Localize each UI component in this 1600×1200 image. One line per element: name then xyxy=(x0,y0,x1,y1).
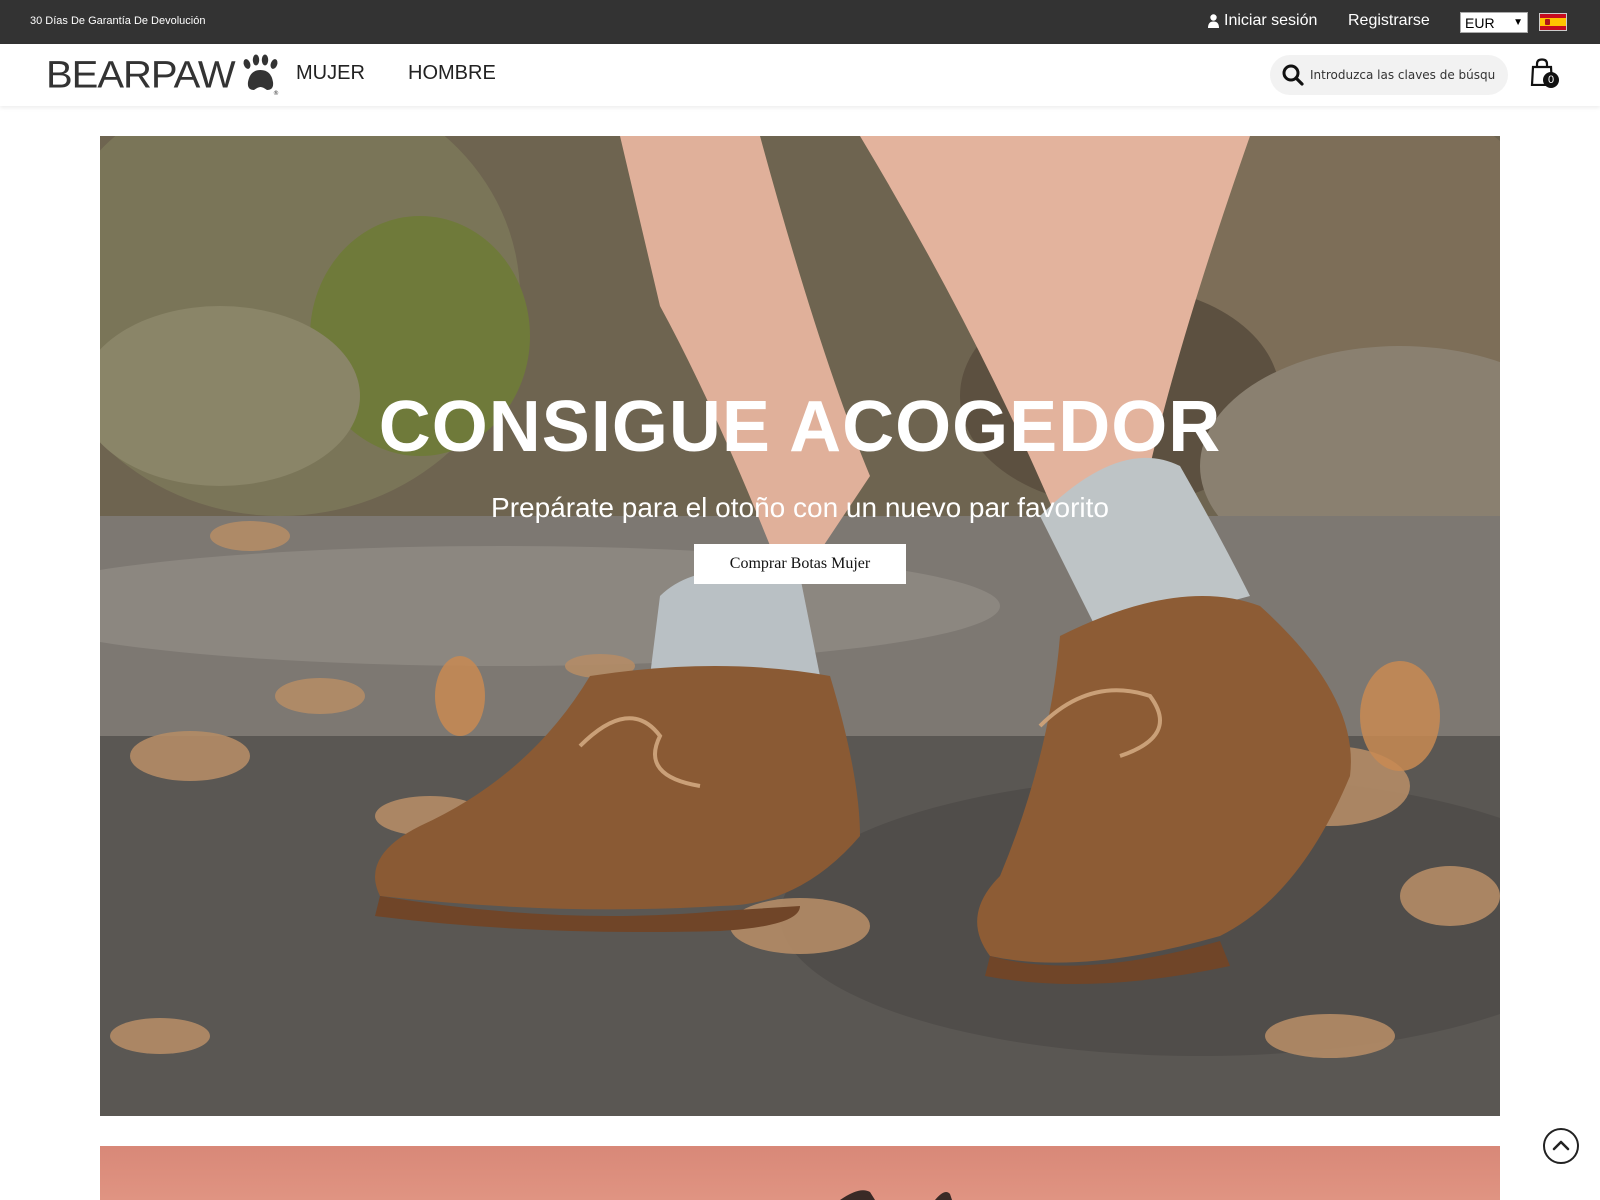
bearpaw-logo[interactable]: BEARPAW ® xyxy=(46,54,279,96)
register-link[interactable]: Registrarse xyxy=(1348,12,1430,30)
spain-flag-icon[interactable] xyxy=(1539,13,1567,31)
cart-count-badge: 0 xyxy=(1543,72,1559,88)
main-header: BEARPAW ® MUJER HOMBRE 0 xyxy=(0,44,1600,106)
hero-subtitle: Prepárate para el otoño con un nuevo par… xyxy=(491,492,1109,523)
nav-mujer[interactable]: MUJER xyxy=(296,62,365,85)
chevron-down-icon: ▼ xyxy=(1513,17,1523,28)
search-input[interactable] xyxy=(1310,68,1500,82)
user-icon xyxy=(1208,14,1219,28)
cart-button[interactable]: 0 xyxy=(1530,58,1560,90)
promo-text: 30 Días De Garantía De Devolución xyxy=(30,15,206,27)
scroll-to-top-button[interactable] xyxy=(1543,1128,1579,1164)
search-bar xyxy=(1270,55,1508,95)
shop-womens-boots-button[interactable]: Comprar Botas Mujer xyxy=(694,544,906,584)
second-banner-image xyxy=(840,1190,952,1200)
chevron-up-icon xyxy=(1552,1140,1570,1151)
login-link[interactable]: Iniciar sesión xyxy=(1208,12,1317,30)
hero-title: CONSIGUE ACOGEDOR xyxy=(378,387,1222,467)
search-icon[interactable] xyxy=(1282,64,1304,86)
currency-select[interactable]: EUR ▼ xyxy=(1460,12,1528,33)
top-bar: 30 Días De Garantía De Devolución Inicia… xyxy=(0,0,1600,44)
currency-value: EUR xyxy=(1465,14,1495,31)
nav-hombre[interactable]: HOMBRE xyxy=(408,62,496,85)
logo-text: BEARPAW xyxy=(46,53,236,96)
svg-text:®: ® xyxy=(273,90,279,96)
second-banner[interactable] xyxy=(100,1146,1500,1200)
hero-banner[interactable]: CONSIGUE ACOGEDOR Prepárate para el otoñ… xyxy=(100,136,1500,1116)
hero-image xyxy=(100,136,1500,1116)
paw-icon: ® xyxy=(243,54,279,96)
login-label: Iniciar sesión xyxy=(1224,12,1318,29)
